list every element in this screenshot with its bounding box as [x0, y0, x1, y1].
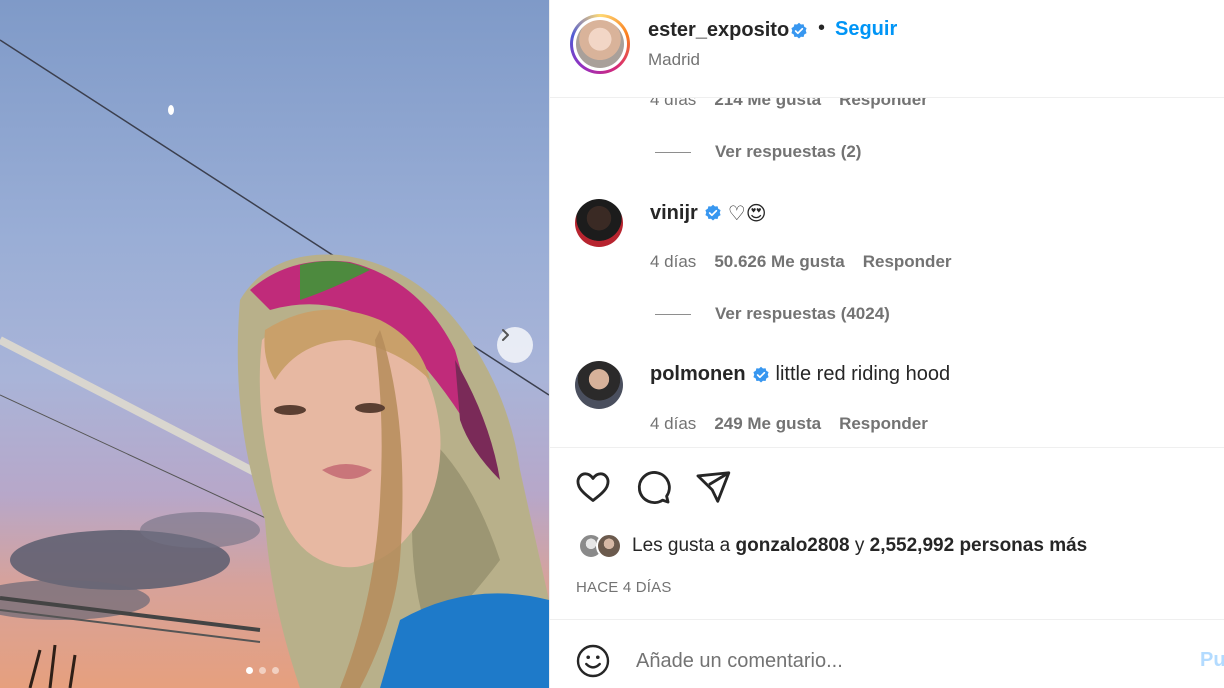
comment-bubble-icon[interactable]	[634, 468, 672, 506]
reply-button[interactable]: Responder	[863, 252, 952, 272]
share-send-icon[interactable]	[694, 468, 732, 506]
post-location[interactable]: Madrid	[648, 50, 700, 70]
emoji-icon[interactable]	[575, 643, 611, 679]
commenter-avatar[interactable]	[575, 199, 623, 247]
verified-badge-icon	[705, 204, 721, 221]
author-avatar[interactable]	[570, 14, 630, 74]
likes-summary: Les gusta a gonzalo2808 y 2,552,992 pers…	[578, 533, 1087, 559]
comment-time: 4 días	[650, 414, 697, 433]
liker-avatar[interactable]	[596, 533, 622, 559]
comment-text: little red riding hood	[775, 363, 951, 385]
post-comment-button[interactable]: Pu	[1200, 649, 1224, 672]
comment-likes[interactable]: 214 Me gusta	[714, 98, 821, 110]
likes-conjunction: y	[849, 535, 870, 556]
comment-input[interactable]	[636, 645, 1176, 677]
post-header: ester_exposito • Seguir Madrid	[550, 0, 1224, 98]
liker-username[interactable]: gonzalo2808	[736, 535, 850, 556]
author-username[interactable]: ester_exposito	[648, 19, 789, 42]
carousel-dot	[246, 667, 253, 674]
separator-dot: •	[818, 17, 826, 39]
comment-row: polmonen little red riding hood	[650, 363, 950, 386]
view-replies-label: Ver respuestas (2)	[715, 142, 862, 161]
photo-illustration	[0, 39, 549, 688]
comment-time: 4 días	[650, 252, 697, 271]
comment-meta: 4 días 249 Me gusta Responder	[650, 414, 928, 434]
comment-text: ♡😍	[727, 201, 767, 225]
carousel-dot	[272, 667, 279, 674]
verified-badge-icon	[791, 22, 807, 39]
reply-button[interactable]: Responder	[839, 414, 928, 434]
comment-meta: 4 días 214 Me gusta Responder	[650, 98, 928, 110]
post-detail-panel: ester_exposito • Seguir Madrid 4 días 21…	[549, 0, 1224, 688]
likes-text: Les gusta a gonzalo2808 y 2,552,992 pers…	[632, 535, 1087, 557]
comment-username[interactable]: polmonen	[650, 363, 746, 386]
divider	[550, 447, 1224, 448]
comment-likes[interactable]: 50.626 Me gusta	[714, 252, 844, 272]
verified-badge-icon	[752, 366, 769, 382]
carousel-indicator	[246, 667, 279, 674]
carousel-next-button[interactable]	[497, 327, 533, 363]
post-photo	[0, 0, 549, 688]
reply-button[interactable]: Responder	[839, 98, 928, 110]
comment-meta: 4 días 50.626 Me gusta Responder	[650, 252, 952, 272]
divider	[550, 619, 1224, 620]
likes-prefix: Les gusta a	[632, 535, 736, 556]
carousel-dot	[259, 667, 266, 674]
likes-others-count[interactable]: 2,552,992 personas más	[870, 535, 1088, 556]
like-heart-icon[interactable]	[574, 468, 612, 506]
comment-username[interactable]: vinijr	[650, 202, 698, 225]
commenter-avatar[interactable]	[575, 361, 623, 409]
comment-row: vinijr ♡😍	[650, 201, 767, 225]
comments-list: 4 días 214 Me gusta Responder Ver respue…	[550, 98, 1224, 448]
chevron-right-icon	[502, 329, 509, 341]
comment-likes[interactable]: 249 Me gusta	[714, 414, 821, 434]
view-replies-label: Ver respuestas (4024)	[715, 304, 890, 323]
replies-line	[655, 313, 691, 315]
post-date[interactable]: HACE 4 DÍAS	[576, 579, 672, 596]
view-replies-button[interactable]: Ver respuestas (4024)	[655, 304, 890, 324]
view-replies-button[interactable]: Ver respuestas (2)	[655, 142, 861, 162]
comment-time: 4 días	[650, 98, 697, 109]
replies-line	[655, 151, 691, 153]
follow-button[interactable]: Seguir	[835, 18, 897, 41]
